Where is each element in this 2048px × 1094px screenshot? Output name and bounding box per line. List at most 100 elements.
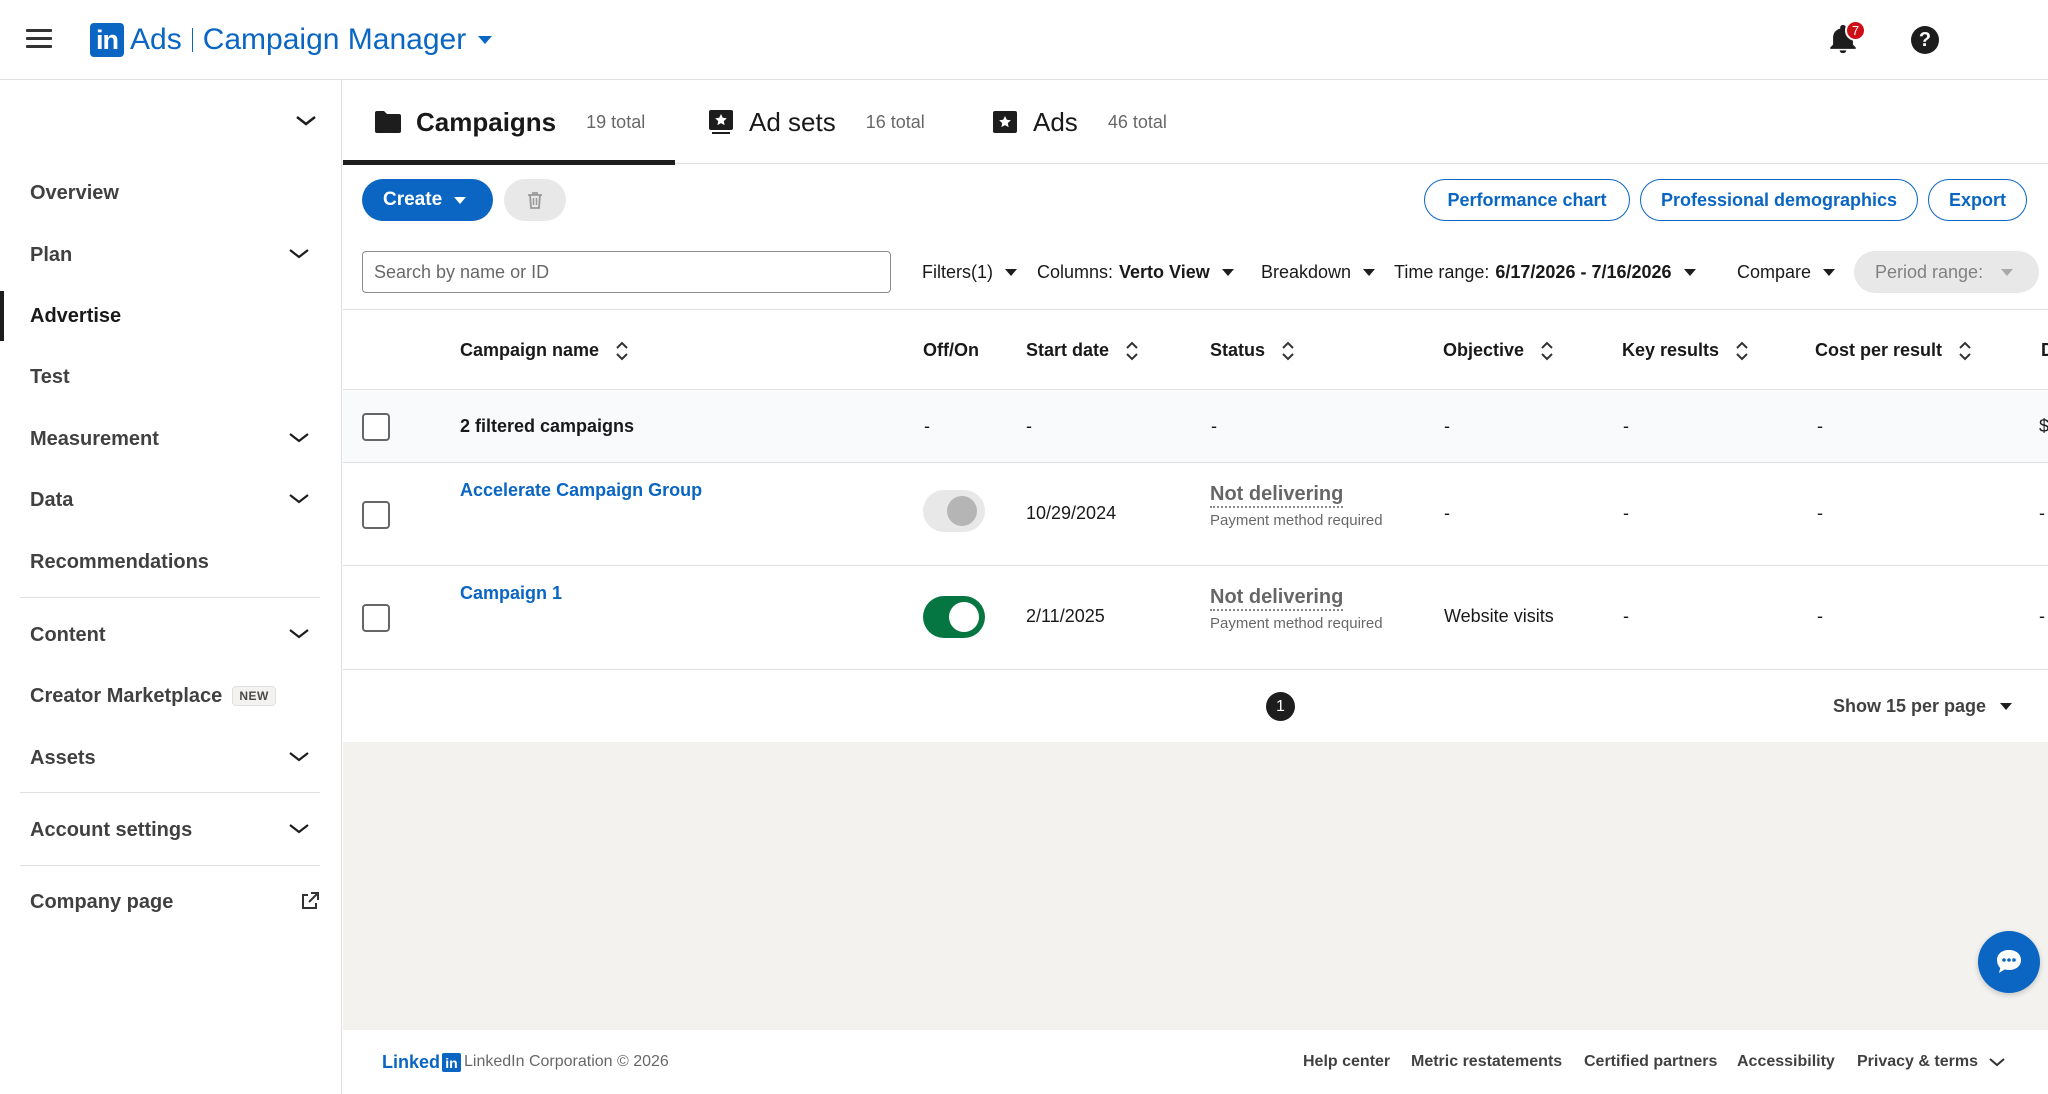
sidebar-item-advertise[interactable]: Advertise bbox=[0, 291, 341, 341]
page-button[interactable]: 1 bbox=[1266, 692, 1295, 721]
professional-demographics-button[interactable]: Professional demographics bbox=[1640, 179, 1918, 221]
toggle-knob bbox=[949, 602, 979, 632]
external-link-icon bbox=[302, 892, 319, 909]
select-all-checkbox[interactable] bbox=[362, 413, 390, 441]
summary-name: 2 filtered campaigns bbox=[460, 416, 635, 436]
filters-dropdown[interactable]: Filters(1) bbox=[922, 251, 1017, 293]
chat-icon bbox=[1997, 950, 2021, 973]
chevron-down-icon bbox=[289, 752, 309, 762]
sidebar-item-overview[interactable]: Overview bbox=[0, 168, 341, 218]
sort-icon[interactable] bbox=[615, 341, 629, 361]
footer-link-privacy-terms[interactable]: Privacy & terms bbox=[1857, 1053, 2006, 1071]
status-link[interactable]: Not delivering bbox=[1210, 483, 1344, 508]
sidebar-item-test[interactable]: Test bbox=[0, 352, 341, 402]
tab-ad-sets[interactable]: Ad sets 16 total bbox=[707, 80, 925, 164]
start-date: 10/29/2024 bbox=[1026, 503, 1117, 523]
column-header-label: Status bbox=[1210, 340, 1266, 360]
footer-link-certified-partners[interactable]: Certified partners bbox=[1584, 1053, 1717, 1071]
sidebar-item-plan[interactable]: Plan bbox=[0, 230, 341, 280]
table-row: Accelerate Campaign Group 10/29/2024 Not… bbox=[343, 463, 2048, 566]
sidebar-item-account-settings[interactable]: Account settings bbox=[0, 805, 341, 855]
breakdown-dropdown[interactable]: Breakdown bbox=[1261, 251, 1376, 293]
chevron-down-icon bbox=[289, 249, 309, 259]
sidebar-item-recommendations[interactable]: Recommendations bbox=[0, 537, 341, 587]
notification-badge: 7 bbox=[1845, 20, 1866, 41]
sidebar-item-label: Advertise bbox=[30, 304, 122, 327]
column-header-cost-per-result[interactable]: Cost per result bbox=[1815, 310, 1972, 391]
sidebar-item-measurement[interactable]: Measurement bbox=[0, 414, 341, 464]
sidebar-item-label: Recommendations bbox=[30, 550, 209, 573]
sidebar-item-label: Measurement bbox=[30, 427, 159, 450]
column-header-truncated: D bbox=[2041, 310, 2048, 391]
tab-count: 16 total bbox=[865, 111, 925, 132]
trash-icon bbox=[528, 192, 542, 209]
product-switcher[interactable]: in Ads Campaign Manager bbox=[90, 20, 493, 60]
per-page-dropdown[interactable]: Show 15 per page bbox=[1833, 692, 2013, 721]
column-header-campaign-name[interactable]: Campaign name bbox=[460, 310, 629, 391]
table-row: Campaign 1 2/11/2025 Not delivering Paym… bbox=[343, 566, 2048, 670]
menu-icon[interactable] bbox=[26, 29, 52, 49]
column-header-label: D bbox=[2041, 340, 2048, 360]
sidebar-item-company-page[interactable]: Company page bbox=[0, 877, 341, 927]
footer-logo-box: in bbox=[442, 1053, 462, 1072]
columns-value: Verto View bbox=[1119, 261, 1210, 282]
column-header-status[interactable]: Status bbox=[1210, 310, 1295, 391]
performance-chart-button[interactable]: Performance chart bbox=[1424, 179, 1630, 221]
status-link[interactable]: Not delivering bbox=[1210, 586, 1344, 611]
sidebar-item-label: Overview bbox=[30, 181, 119, 204]
footer-link-help-center[interactable]: Help center bbox=[1303, 1053, 1390, 1071]
sort-icon[interactable] bbox=[1735, 341, 1749, 361]
column-header-label: Start date bbox=[1026, 340, 1110, 360]
help-icon[interactable]: ? bbox=[1911, 26, 1939, 54]
tab-ads[interactable]: Ads 46 total bbox=[991, 80, 1167, 164]
column-header-objective[interactable]: Objective bbox=[1443, 310, 1554, 391]
time-range-label: Time range: bbox=[1394, 261, 1490, 282]
tab-count: 19 total bbox=[586, 111, 646, 132]
column-header-start-date[interactable]: Start date bbox=[1026, 310, 1139, 391]
compare-dropdown[interactable]: Compare bbox=[1737, 251, 1836, 293]
toggle-knob bbox=[947, 496, 977, 526]
chevron-down-icon bbox=[289, 494, 309, 504]
sort-icon[interactable] bbox=[1125, 341, 1139, 361]
footer-logo-text: Linked bbox=[382, 1052, 441, 1072]
export-button[interactable]: Export bbox=[1928, 179, 2027, 221]
footer-copyright: LinkedIn Corporation © 2026 bbox=[464, 1053, 669, 1070]
sort-icon[interactable] bbox=[1540, 341, 1554, 361]
sidebar-item-data[interactable]: Data bbox=[0, 475, 341, 525]
sidebar-item-content[interactable]: Content bbox=[0, 610, 341, 660]
key-results: - bbox=[1623, 503, 1629, 523]
search-input[interactable] bbox=[362, 251, 891, 293]
column-header-key-results[interactable]: Key results bbox=[1622, 310, 1749, 391]
sort-icon[interactable] bbox=[1958, 341, 1972, 361]
time-range-dropdown[interactable]: Time range: 6/17/2026 - 7/16/2026 bbox=[1394, 251, 1696, 293]
sidebar-item-creator-marketplace[interactable]: Creator Marketplace NEW bbox=[0, 671, 341, 721]
logo-ads-text: Ads bbox=[130, 23, 182, 56]
campaign-name-link[interactable]: Accelerate Campaign Group bbox=[460, 480, 702, 501]
status-cell: Not delivering Payment method required bbox=[1210, 483, 1383, 529]
sort-icon[interactable] bbox=[1281, 341, 1295, 361]
chat-help-button[interactable] bbox=[1978, 931, 2040, 993]
row-checkbox[interactable] bbox=[362, 501, 390, 529]
tab-label: Campaigns bbox=[416, 106, 557, 137]
footer-link-metric-restatements[interactable]: Metric restatements bbox=[1411, 1053, 1562, 1071]
column-header-label: Objective bbox=[1443, 340, 1525, 360]
campaign-toggle[interactable] bbox=[923, 490, 985, 532]
delete-button[interactable] bbox=[504, 179, 566, 221]
columns-dropdown[interactable]: Columns: Verto View bbox=[1037, 251, 1234, 293]
sidebar-item-label: Content bbox=[30, 623, 106, 646]
campaigns-panel: Campaigns 19 total Ad sets 16 total Ads … bbox=[343, 80, 2048, 742]
logo-product-name: Campaign Manager bbox=[202, 23, 467, 56]
chevron-down-icon[interactable] bbox=[295, 114, 317, 128]
row-checkbox[interactable] bbox=[362, 604, 390, 632]
caret-down-icon bbox=[478, 36, 493, 44]
footer-link-label: Privacy & terms bbox=[1857, 1053, 1978, 1070]
campaign-name-link[interactable]: Campaign 1 bbox=[460, 583, 562, 604]
logo-divider bbox=[191, 28, 193, 52]
chevron-down-icon bbox=[289, 433, 309, 443]
tab-campaigns[interactable]: Campaigns 19 total bbox=[343, 80, 675, 165]
campaign-toggle[interactable] bbox=[923, 596, 985, 638]
create-button[interactable]: Create bbox=[362, 179, 493, 221]
sidebar-item-assets[interactable]: Assets bbox=[0, 733, 341, 783]
footer-link-accessibility[interactable]: Accessibility bbox=[1737, 1053, 1835, 1071]
breakdown-label: Breakdown bbox=[1261, 261, 1352, 282]
